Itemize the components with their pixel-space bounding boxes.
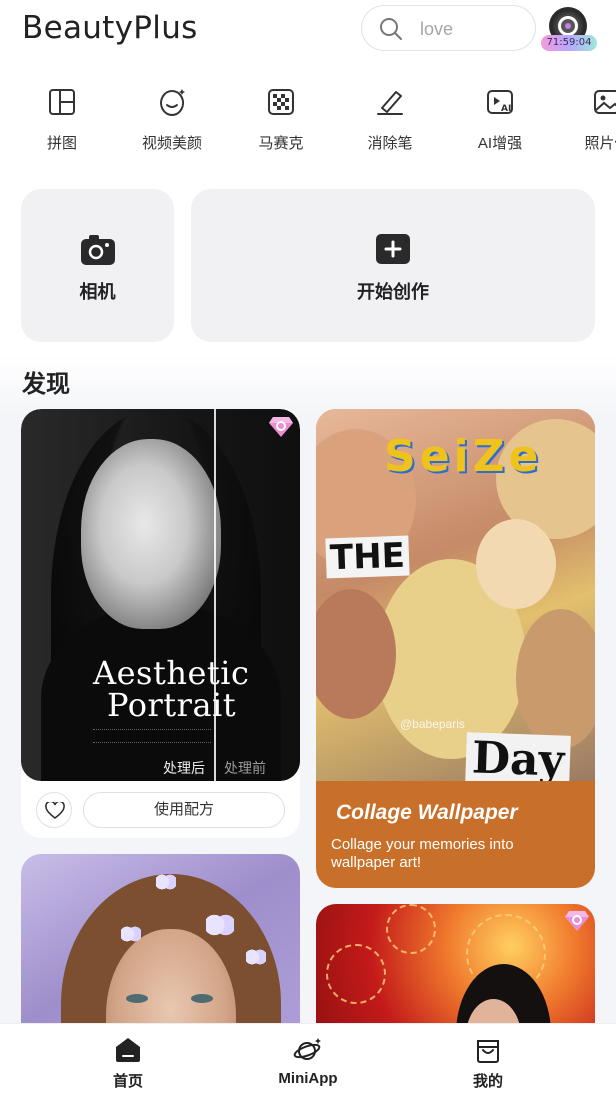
tool-label: 照片修 (584, 135, 616, 152)
collage-word-the: THE (325, 535, 410, 579)
before-label: 处理前 (224, 760, 266, 776)
plus-icon (376, 234, 410, 264)
collage-word-seize: SeiZe (384, 431, 543, 482)
tab-mine[interactable]: 我的 (428, 1036, 548, 1091)
fine-print-decoration (93, 729, 211, 743)
post-image[interactable]: SeiZe THE Day @babeparis (316, 409, 595, 781)
bag-icon (477, 1040, 499, 1063)
post-description: Collage your memories into wallpaper art… (331, 836, 514, 871)
face-beauty-icon (160, 89, 185, 116)
compare-divider (214, 409, 216, 781)
heart-icon (45, 802, 65, 820)
discover-title: 发现 (22, 371, 70, 398)
tools-row: 拼图 视频美颜 马赛克 消除笔 AI AI增强 照片修 (0, 86, 616, 166)
top-header: BeautyPlus love 71:59:04 (0, 0, 616, 62)
tab-miniapp[interactable]: MiniApp (248, 1036, 368, 1087)
tool-photo-edit[interactable]: 照片修 (552, 86, 616, 153)
post-image[interactable]: Aesthetic Portrait 处理后 处理前 (21, 409, 300, 781)
tool-mosaic[interactable]: 马赛克 (226, 86, 336, 153)
search-placeholder: love (420, 19, 454, 39)
tool-label: 拼图 (46, 135, 77, 152)
camera-icon (80, 235, 115, 265)
home-icon (116, 1038, 140, 1062)
tab-mine-label: 我的 (472, 1073, 503, 1090)
camera-card[interactable]: 相机 (21, 189, 174, 342)
tab-miniapp-label: MiniApp (278, 1070, 338, 1087)
tab-home-label: 首页 (112, 1073, 143, 1090)
premium-gem-icon (565, 911, 589, 931)
tab-home[interactable]: 首页 (68, 1036, 188, 1091)
tool-label: AI增强 (477, 135, 523, 152)
svg-text:AI: AI (501, 104, 511, 114)
tool-video-beauty[interactable]: 视频美颜 (117, 86, 227, 153)
tool-label: 视频美颜 (141, 135, 202, 152)
ai-enhance-icon: AI (487, 90, 513, 114)
tool-eraser-pen[interactable]: 消除笔 (335, 86, 445, 153)
photo-edit-icon (594, 90, 616, 114)
after-label: 处理后 (163, 760, 205, 776)
post-title: Collage Wallpaper (336, 801, 518, 824)
planet-icon (293, 1038, 321, 1060)
premium-gem-icon (269, 417, 293, 437)
search-icon (380, 18, 402, 40)
start-create-label: 开始创作 (357, 282, 429, 302)
feed-post-aesthetic-portrait[interactable]: Aesthetic Portrait 处理后 处理前 使用配方 (21, 409, 300, 838)
promo-timer-badge: 71:59:04 (541, 35, 597, 51)
eraser-pen-icon (377, 91, 403, 115)
like-button[interactable] (36, 792, 72, 828)
post-overlay-title: Aesthetic Portrait (93, 654, 250, 724)
collage-icon (49, 89, 75, 115)
collage-word-day: Day (465, 732, 572, 781)
search-bar[interactable]: love (361, 5, 536, 51)
tool-collage[interactable]: 拼图 (7, 86, 117, 153)
camera-label: 相机 (79, 282, 116, 302)
app-logo-text: BeautyPlus (22, 10, 198, 46)
tool-label: 消除笔 (367, 135, 413, 152)
bottom-tab-bar: 首页 MiniApp 我的 (0, 1024, 616, 1096)
tool-ai-enhance[interactable]: AI AI增强 (445, 86, 555, 153)
image-watermark: @babeparis (400, 717, 465, 731)
feed-post-collage-wallpaper[interactable]: SeiZe THE Day @babeparis Collage Wallpap… (316, 409, 595, 888)
start-create-card[interactable]: 开始创作 (191, 189, 595, 342)
mosaic-icon (268, 89, 294, 115)
use-recipe-button[interactable]: 使用配方 (83, 792, 285, 828)
tool-label: 马赛克 (258, 135, 304, 152)
